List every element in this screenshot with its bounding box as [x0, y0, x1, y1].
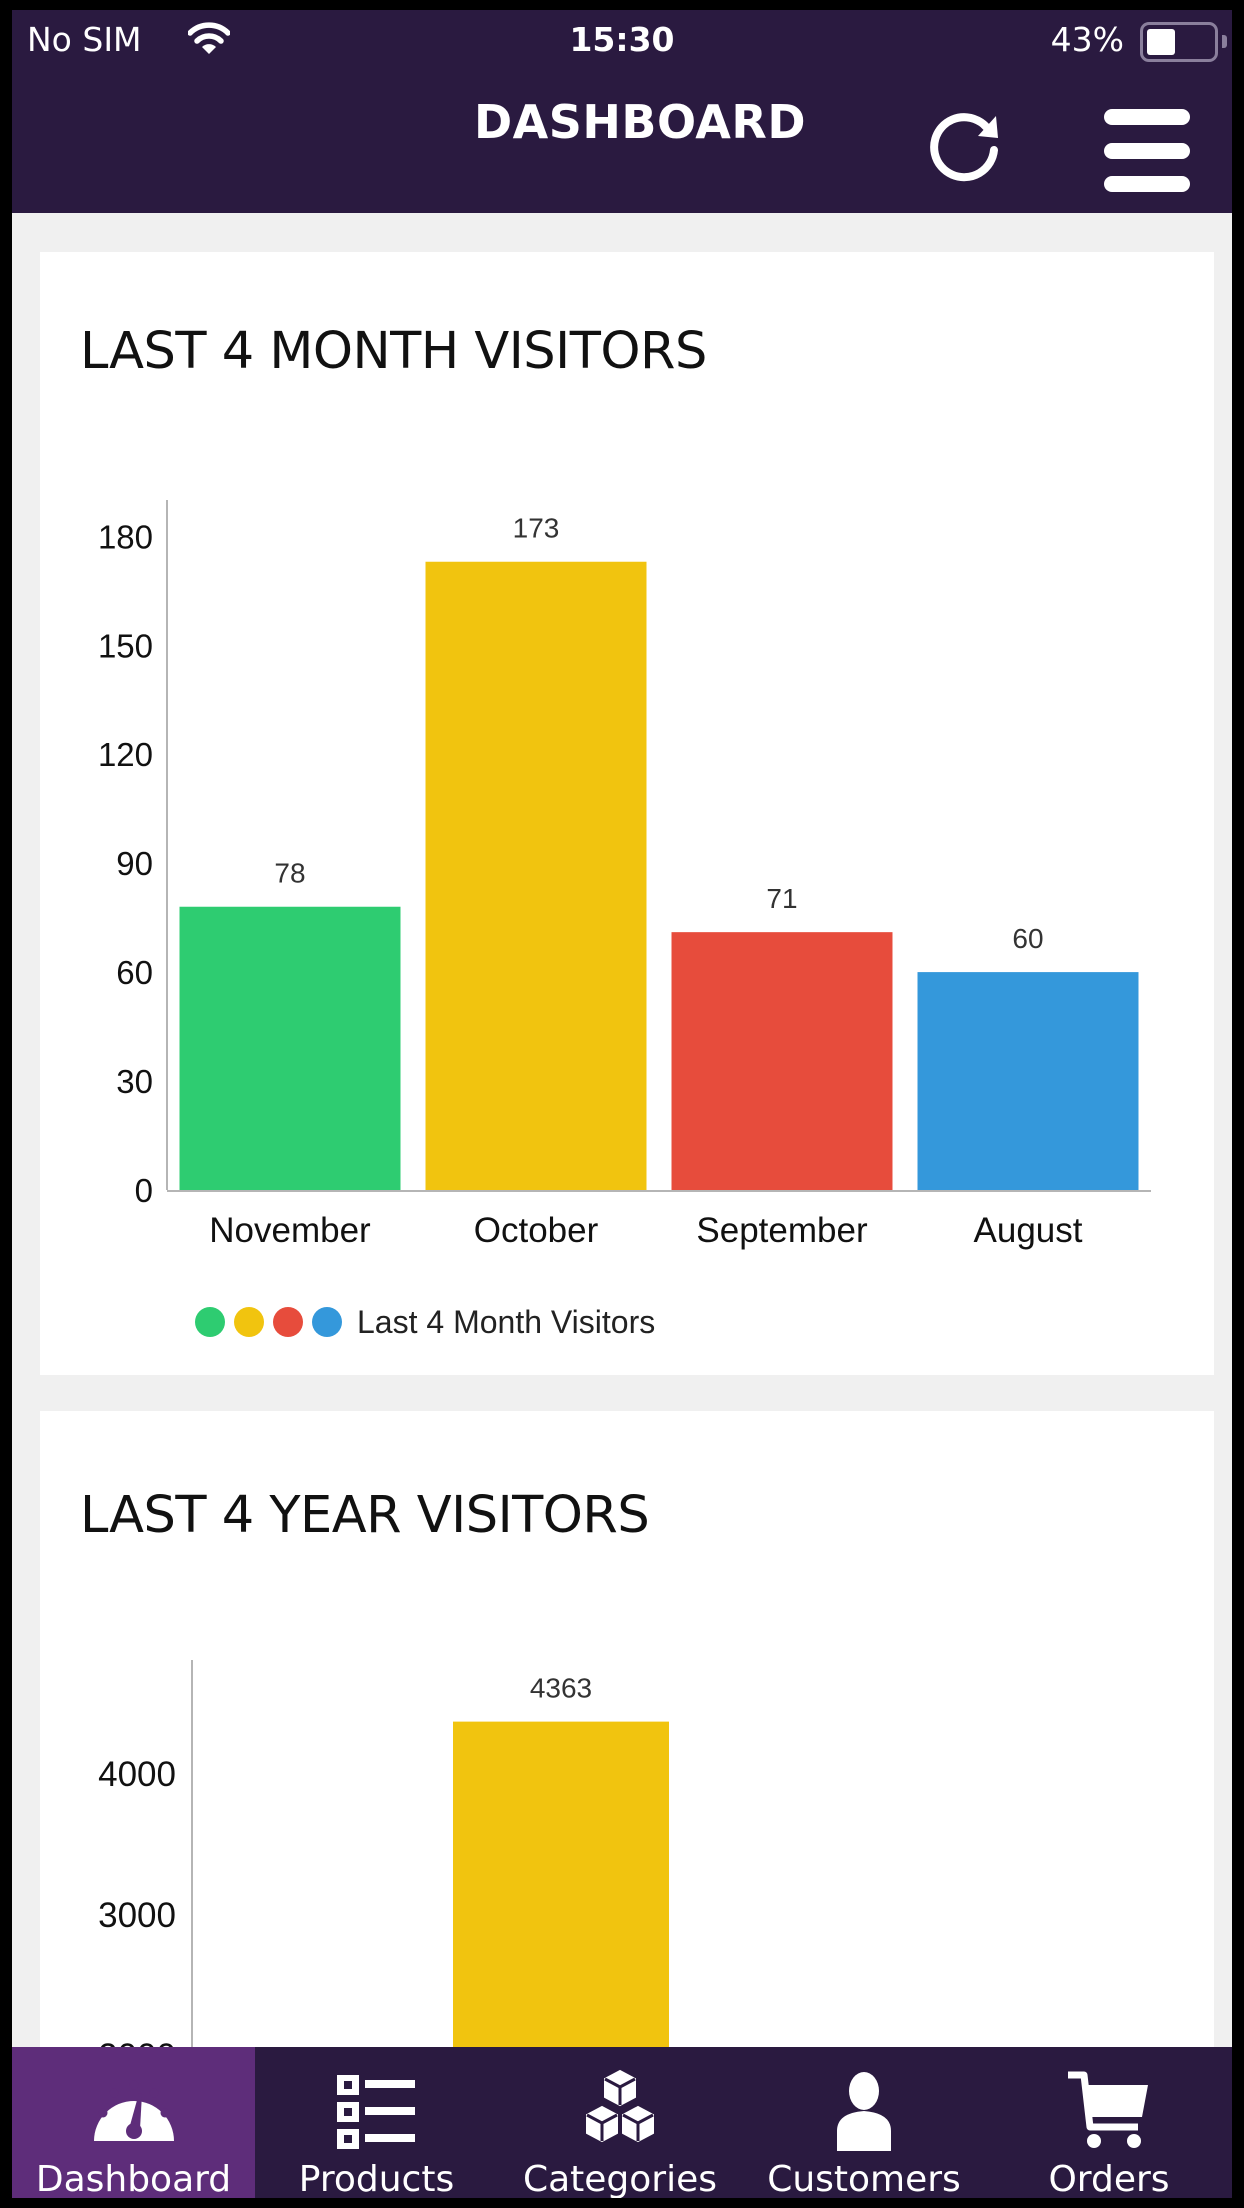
tab-customers[interactable]: Customers	[742, 2047, 986, 2198]
legend-dot-blue	[312, 1307, 342, 1337]
refresh-icon	[930, 113, 998, 182]
legend-dot-green	[195, 1307, 225, 1337]
y-tick-label: 90	[116, 845, 153, 882]
y-tick-label: 180	[98, 518, 153, 555]
tab-products[interactable]: Products	[255, 2047, 498, 2198]
hamburger-menu-icon	[1104, 176, 1190, 192]
hamburger-menu-icon	[1104, 143, 1190, 159]
tab-dashboard[interactable]: Dashboard	[12, 2047, 255, 2198]
month-visitors-card: LAST 4 MONTH VISITORS 0 30 60 90 120 150 180 78…	[40, 252, 1214, 1375]
bar-august	[917, 972, 1139, 1190]
refresh-button[interactable]	[922, 102, 1008, 188]
battery-tip	[1222, 35, 1227, 48]
page-title: DASHBOARD	[473, 95, 807, 149]
bar-value-label: 173	[513, 513, 560, 544]
cart-icon	[1068, 2071, 1148, 2148]
tab-label: Customers	[767, 2159, 961, 2198]
cubes-icon	[586, 2069, 654, 2143]
bar-value-label: 60	[1012, 923, 1043, 954]
y-tick-label: 3000	[98, 1896, 176, 1935]
bar-value-label: 71	[766, 883, 797, 914]
y-tick-label: 120	[98, 736, 153, 773]
x-tick-label: August	[974, 1211, 1083, 1250]
x-tick-label: September	[696, 1211, 868, 1250]
y-tick-label: 150	[98, 627, 153, 664]
bar-value-label: 4363	[530, 1673, 592, 1704]
month-visitors-chart: 0 30 60 90 120 150 180 78 November 173 October 71 Se…	[98, 500, 1151, 1250]
hamburger-menu-icon	[1104, 109, 1190, 125]
tab-label: Dashboard	[35, 2159, 232, 2198]
year-visitors-card: LAST 4 YEAR VISITORS 2000300040004363	[40, 1411, 1214, 2111]
x-tick-label: October	[474, 1211, 599, 1250]
year-visitors-chart: 2000300040004363	[98, 1660, 669, 2111]
dashboard-gauge-icon	[93, 2080, 174, 2141]
tab-label: Categories	[522, 2159, 718, 2198]
list-icon	[336, 2075, 415, 2149]
tab-categories[interactable]: Categories	[498, 2047, 742, 2198]
bottom-tab-bar: Dashboard Products Categories Customers …	[12, 2047, 1232, 2198]
legend-label: Last 4 Month Visitors	[357, 1303, 656, 1340]
user-icon	[837, 2072, 891, 2151]
app-header: No SIM 15:30 43% DASHBOARD	[12, 10, 1232, 213]
phone-screen: No SIM 15:30 43% DASHBOARD LAST 4 MONTH …	[12, 10, 1232, 2198]
y-tick-label: 0	[135, 1172, 153, 1209]
bar-october	[425, 561, 647, 1190]
chart-legend: Last 4 Month Visitors	[195, 1303, 656, 1340]
bar-september	[671, 932, 893, 1190]
tab-orders[interactable]: Orders	[986, 2047, 1232, 2198]
tab-label: Products	[298, 2159, 455, 2198]
status-bar: No SIM 15:30 43%	[12, 10, 1232, 66]
y-tick-label: 60	[116, 954, 153, 991]
clock: 15:30	[569, 20, 675, 59]
bar-november	[179, 906, 401, 1190]
legend-dot-red	[273, 1307, 303, 1337]
y-tick-label: 30	[116, 1063, 153, 1100]
tab-label: Orders	[1048, 2159, 1170, 2198]
battery-percent: 43%	[1050, 20, 1124, 59]
x-tick-label: November	[209, 1211, 371, 1250]
legend-dot-yellow	[234, 1307, 264, 1337]
battery-icon	[1140, 22, 1218, 62]
y-tick-label: 4000	[98, 1755, 176, 1794]
battery-level	[1147, 29, 1176, 55]
menu-button[interactable]	[1102, 100, 1194, 192]
bar-value-label: 78	[274, 858, 305, 889]
